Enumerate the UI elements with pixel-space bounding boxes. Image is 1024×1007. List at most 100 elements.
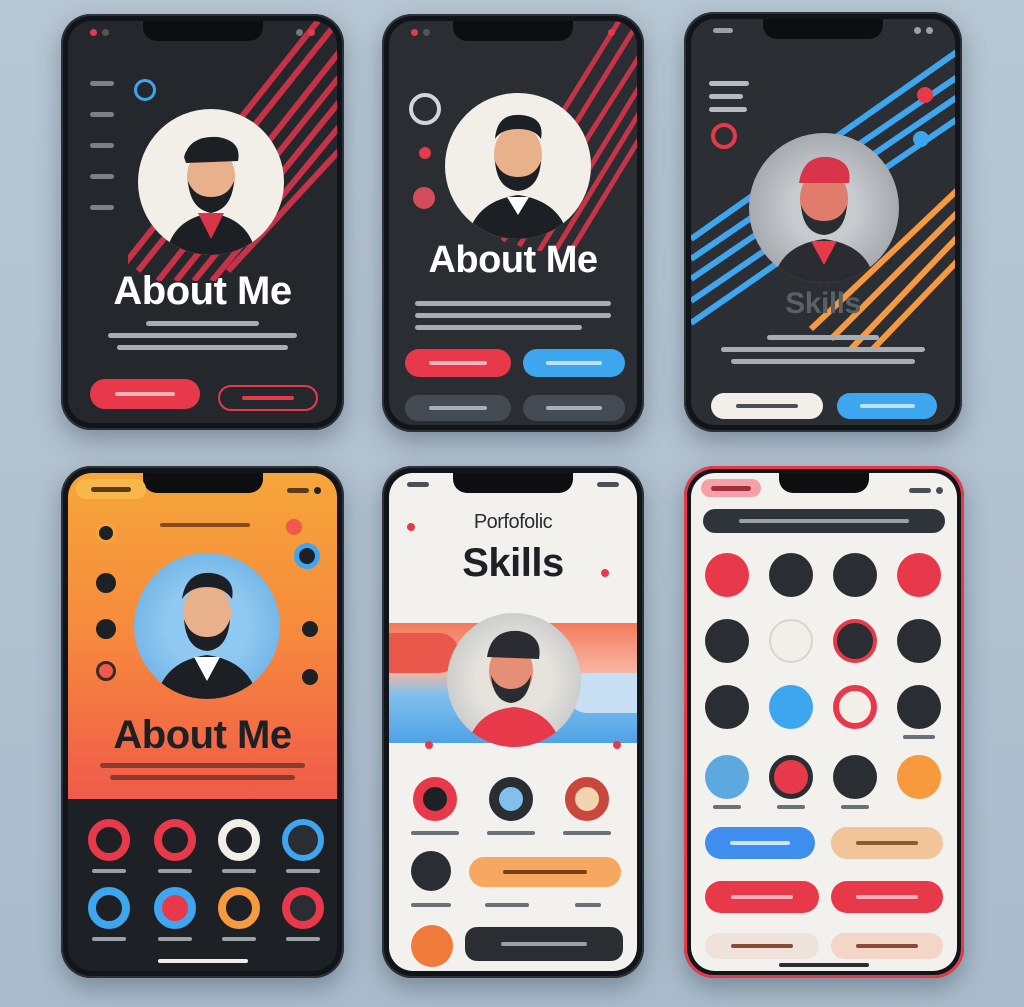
app-icon-3[interactable] [833,553,877,597]
skill-icon-3[interactable] [565,777,609,821]
app-icon-8[interactable] [897,619,941,663]
avatar [445,93,591,239]
icon-5[interactable] [286,519,302,535]
app-icon-1[interactable] [705,553,749,597]
phone-icons-grid [684,466,964,978]
icon-7[interactable] [302,621,318,637]
home-indicator [157,959,248,963]
contact-button[interactable] [469,857,621,887]
status-bar [90,27,109,37]
dot-icon [407,523,415,531]
dot-icon [917,87,933,103]
person-avatar-icon [467,114,569,239]
status-pill [76,479,146,499]
avatar [138,109,284,255]
app-icon-15[interactable] [833,755,877,799]
skill-icon-1[interactable] [88,819,130,861]
pill-button-6[interactable] [831,933,943,959]
skill-label-5 [485,903,529,907]
outline-button-left[interactable] [405,395,511,421]
status-bar-right [296,27,315,37]
app-icon-16[interactable] [897,755,941,799]
avatar [749,133,899,283]
skill-label-8 [286,937,320,941]
pill-button-4[interactable] [831,881,943,913]
page-title: About Me [113,269,292,313]
skill-label-6 [158,937,192,941]
skill-icon-7[interactable] [218,887,260,929]
icon-6[interactable] [294,543,320,569]
phone-skills-light: Porfofolic Skills [382,466,644,978]
page-title: Skills [785,287,861,320]
footer-bar[interactable] [465,927,623,961]
app-icon-9[interactable] [705,685,749,729]
app-icon-12[interactable] [897,685,941,729]
search-bar[interactable] [703,509,945,533]
icon-8[interactable] [302,669,318,685]
pill-button-3[interactable] [705,881,819,913]
home-indicator [779,963,869,967]
pill-button-2[interactable] [831,827,943,859]
skill-icon-8[interactable] [282,887,324,929]
page-title: About Me [113,713,292,757]
app-icon-14[interactable] [769,755,813,799]
status-bar [713,25,733,35]
skill-icon-3[interactable] [218,819,260,861]
app-icon-2[interactable] [769,553,813,597]
skill-icon-4[interactable] [411,851,451,891]
person-avatar-icon [467,630,561,747]
primary-button[interactable] [405,349,511,377]
status-bar-right [287,485,321,495]
pill-button-5[interactable] [705,933,819,959]
dot-icon-3 [425,741,433,749]
app-icon-11[interactable] [833,685,877,729]
outline-button-right[interactable] [523,395,625,421]
target-icon[interactable] [409,93,441,125]
side-menu [709,81,749,112]
target-icon[interactable] [134,79,156,101]
secondary-button[interactable] [218,385,318,411]
skill-icon-4[interactable] [282,819,324,861]
screen: About Me [68,473,337,971]
side-menu [90,81,120,210]
skill-icon-2[interactable] [489,777,533,821]
notch [779,473,869,493]
skill-icon-1[interactable] [413,777,457,821]
icon-1[interactable] [96,523,116,543]
icon-2[interactable] [96,573,116,593]
app-icon-4[interactable] [897,553,941,597]
app-icon-10[interactable] [769,685,813,729]
target-icon[interactable] [711,123,737,149]
screen: Skills [691,19,955,425]
phone-about-dark-2: About Me [382,14,644,432]
pill-button-1[interactable] [705,827,815,859]
secondary-button[interactable] [523,349,625,377]
app-icon-13[interactable] [705,755,749,799]
secondary-button[interactable] [837,393,937,419]
skill-icon-2[interactable] [154,819,196,861]
skill-icon-5[interactable] [88,887,130,929]
person-avatar-icon [773,156,875,283]
icon-4[interactable] [96,661,116,681]
status-bar [407,479,429,489]
skill-label-1 [92,869,126,873]
app-icon-5[interactable] [705,619,749,663]
status-bar-right [914,25,933,35]
page-title: Skills [462,541,564,585]
status-bar [411,27,430,37]
person-avatar-icon [156,572,258,699]
app-icon-6[interactable] [769,619,813,663]
icon-3[interactable] [96,619,116,639]
skill-icon-5[interactable] [411,925,453,967]
primary-button[interactable] [711,393,823,419]
screen: About Me [68,21,337,423]
app-icon-7[interactable] [833,619,877,663]
person-avatar-icon [166,136,256,255]
notch [453,21,573,41]
skill-label-5 [92,937,126,941]
primary-button[interactable] [90,379,200,409]
grid-icon[interactable] [413,187,435,209]
app-label-12 [903,735,935,739]
app-label-14 [777,805,805,809]
skill-icon-6[interactable] [154,887,196,929]
